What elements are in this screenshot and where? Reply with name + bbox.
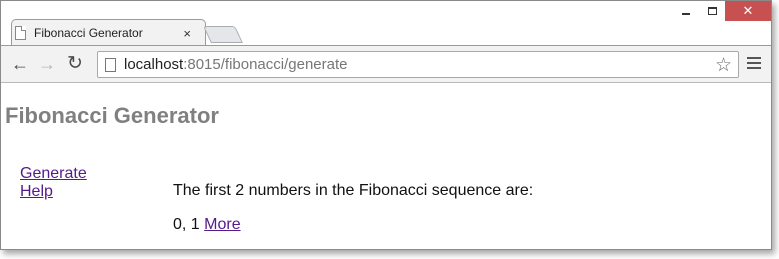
tab-title: Fibonacci Generator xyxy=(34,26,143,40)
reload-icon[interactable]: ↻ xyxy=(65,54,85,74)
forward-arrow-icon[interactable]: → xyxy=(37,54,57,74)
url-text[interactable]: localhost:8015/fibonacci/generate xyxy=(124,56,348,73)
maximize-icon xyxy=(707,7,717,15)
minimize-icon xyxy=(682,13,690,15)
back-arrow-icon[interactable]: ← xyxy=(10,54,30,74)
new-tab-button[interactable] xyxy=(203,26,243,43)
browser-window: Fibonacci Generator × ✕ ← → ↻ localhost:… xyxy=(0,0,772,250)
page-content: Fibonacci Generator Generate Help The fi… xyxy=(1,83,771,249)
minimize-button[interactable] xyxy=(673,1,699,21)
close-icon: ✕ xyxy=(742,3,754,18)
window-controls: ✕ xyxy=(673,1,771,23)
tab-strip: Fibonacci Generator × ✕ xyxy=(1,1,771,46)
url-path: :8015/fibonacci/generate xyxy=(183,56,348,73)
hamburger-menu-icon[interactable] xyxy=(747,57,761,72)
maximize-button[interactable] xyxy=(699,1,725,21)
page-favicon-icon xyxy=(15,26,26,40)
browser-toolbar: ← → ↻ localhost:8015/fibonacci/generate … xyxy=(1,45,771,83)
close-window-button[interactable]: ✕ xyxy=(725,1,771,21)
sequence-numbers: 0, 1 xyxy=(173,216,200,233)
nav-link-generate[interactable]: Generate xyxy=(20,165,87,183)
side-nav: Generate Help xyxy=(20,165,87,201)
address-bar[interactable]: localhost:8015/fibonacci/generate ☆ xyxy=(97,51,739,78)
tab-close-icon[interactable]: × xyxy=(183,26,191,41)
page-title: Fibonacci Generator xyxy=(5,103,219,128)
bookmark-star-icon[interactable]: ☆ xyxy=(715,54,732,77)
nav-link-help[interactable]: Help xyxy=(20,183,87,201)
main-content: The first 2 numbers in the Fibonacci seq… xyxy=(173,182,533,234)
url-host: localhost xyxy=(124,56,184,73)
more-link[interactable]: More xyxy=(204,216,240,233)
tab-content[interactable]: Fibonacci Generator × xyxy=(15,22,195,44)
sequence-intro: The first 2 numbers in the Fibonacci seq… xyxy=(173,182,534,199)
page-icon xyxy=(105,57,116,72)
sequence-line: 0, 1 More xyxy=(173,216,533,234)
